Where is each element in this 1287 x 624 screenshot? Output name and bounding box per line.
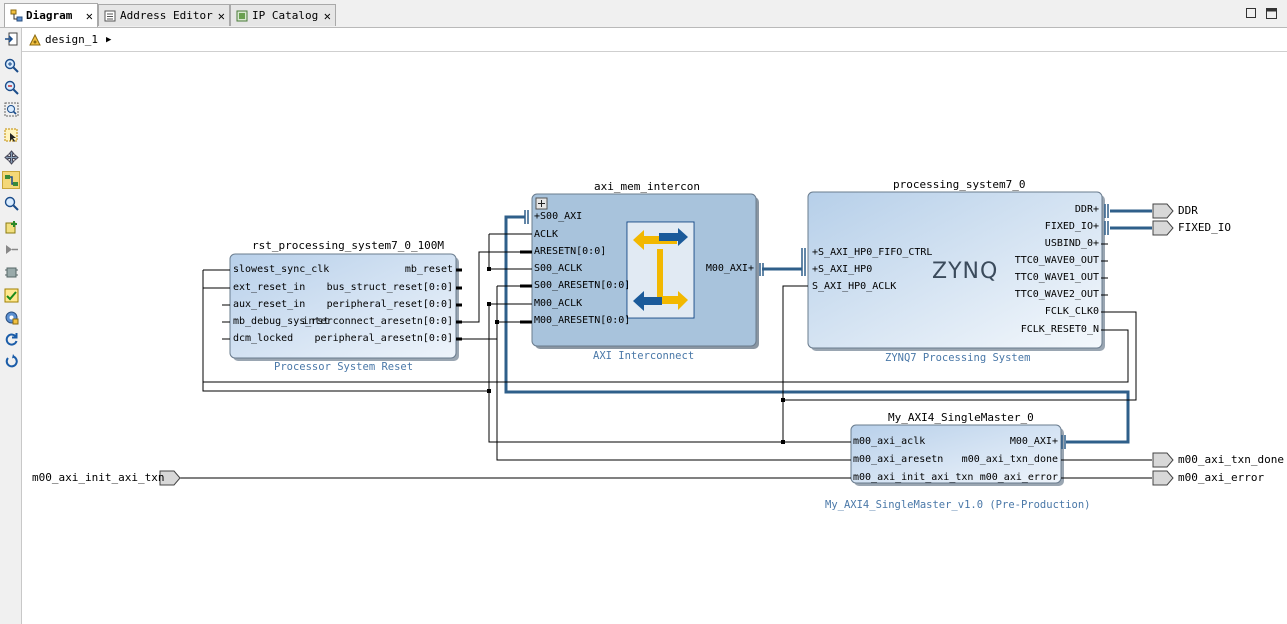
tab-diagram[interactable]: Diagram ✕ xyxy=(4,3,98,27)
ps7-output-pin[interactable]: TTC0_WAVE0_OUT xyxy=(982,255,1099,267)
intercon-block-subtitle: AXI Interconnect xyxy=(593,350,695,362)
validate-icon[interactable] xyxy=(2,286,20,304)
ps7-output-pin[interactable]: FIXED_IO+ xyxy=(982,221,1099,233)
autoroute-icon[interactable] xyxy=(2,171,20,189)
rst-input-pin[interactable]: aux_reset_in xyxy=(233,299,305,311)
rst-output-pin[interactable]: peripheral_reset[0:0] xyxy=(312,299,453,311)
close-icon[interactable]: ✕ xyxy=(218,9,225,23)
rst-output-pin[interactable]: peripheral_aresetn[0:0] xyxy=(292,333,453,345)
tab-bar: Diagram ✕ Address Editor ✕ IP Catalog ✕ xyxy=(0,0,1287,28)
intercon-input-pin[interactable]: M00_ACLK xyxy=(534,298,582,310)
rst-output-pin[interactable]: interconnect_aresetn[0:0] xyxy=(292,316,453,328)
make-external-icon[interactable] xyxy=(2,240,20,258)
ps7-output-pin[interactable]: FCLK_RESET0_N xyxy=(982,324,1099,336)
ps7-output-pin[interactable]: TTC0_WAVE2_OUT xyxy=(982,289,1099,301)
rst-block-title[interactable]: rst_processing_system7_0_100M xyxy=(252,239,444,252)
port-txn-done[interactable]: m00_axi_txn_done xyxy=(1178,453,1284,466)
intercon-input-pin[interactable]: ARESETN[0:0] xyxy=(534,246,606,258)
ps7-block-subtitle: ZYNQ7 Processing System xyxy=(885,352,1031,364)
window-buttons xyxy=(1245,7,1277,19)
add-module-icon[interactable] xyxy=(2,263,20,281)
diagram-icon xyxy=(9,9,23,23)
restore-icon[interactable] xyxy=(1245,7,1257,19)
tab-label: Diagram xyxy=(26,9,73,22)
intercon-input-pin[interactable]: S00_ACLK xyxy=(534,263,582,275)
rst-input-pin[interactable]: ext_reset_in xyxy=(233,282,305,294)
undo-icon[interactable] xyxy=(2,352,20,370)
move-icon[interactable] xyxy=(2,148,20,166)
design-icon xyxy=(28,33,42,47)
intercon-input-pin[interactable]: ACLK xyxy=(534,229,558,241)
port-error[interactable]: m00_axi_error xyxy=(1178,471,1264,484)
rst-output-pin[interactable]: mb_reset xyxy=(312,264,453,276)
port-ddr[interactable]: DDR xyxy=(1178,204,1198,217)
port-init-txn[interactable]: m00_axi_init_axi_txn xyxy=(32,471,164,484)
intercon-input-pin[interactable]: S00_ARESETN[0:0] xyxy=(534,280,630,292)
ps7-input-pin[interactable]: S_AXI_HP0_ACLK xyxy=(812,281,896,293)
search-icon[interactable] xyxy=(2,194,20,212)
ps7-output-pin[interactable]: TTC0_WAVE1_OUT xyxy=(982,272,1099,284)
port-fixed-io[interactable]: FIXED_IO xyxy=(1178,221,1231,234)
intercon-output-pin[interactable]: M00_AXI+ xyxy=(692,263,754,275)
ip-catalog-icon xyxy=(235,9,249,23)
ps7-block-title[interactable]: processing_system7_0 xyxy=(893,178,1025,191)
ps7-input-pin[interactable]: +S_AXI_HP0 xyxy=(812,264,872,276)
address-editor-icon xyxy=(103,9,117,23)
breadcrumb-design[interactable]: design_1 xyxy=(45,33,98,46)
refresh-icon[interactable] xyxy=(2,330,20,348)
rst-input-pin[interactable]: dcm_locked xyxy=(233,333,293,345)
master-output-pin[interactable]: m00_axi_txn_done xyxy=(952,454,1058,466)
close-icon[interactable]: ✕ xyxy=(324,9,331,23)
intercon-input-pin[interactable]: +S00_AXI xyxy=(534,211,582,223)
intercon-input-pin[interactable]: M00_ARESETN[0:0] xyxy=(534,315,630,327)
master-block-subtitle: My_AXI4_SingleMaster_v1.0 (Pre-Productio… xyxy=(825,499,1091,511)
zoom-in-icon[interactable] xyxy=(2,56,20,74)
close-icon[interactable]: ✕ xyxy=(86,9,93,23)
tab-label: Address Editor xyxy=(120,9,213,22)
tab-label: IP Catalog xyxy=(252,9,319,22)
master-output-pin[interactable]: M00_AXI+ xyxy=(952,436,1058,448)
bus-plus-icon: + xyxy=(1092,221,1099,232)
intercon-block-title[interactable]: axi_mem_intercon xyxy=(594,180,700,193)
select-area-icon[interactable] xyxy=(2,126,20,144)
fit-window-icon[interactable] xyxy=(2,30,20,48)
tab-ip-catalog[interactable]: IP Catalog ✕ xyxy=(230,4,336,26)
zoom-fit-icon[interactable] xyxy=(2,100,20,118)
master-output-pin[interactable]: m00_axi_error xyxy=(952,472,1058,484)
breadcrumb: design_1 ▶ xyxy=(22,28,1287,52)
rst-block-subtitle: Processor System Reset xyxy=(274,361,414,373)
add-ip-icon[interactable] xyxy=(2,218,20,236)
master-input-pin[interactable]: m00_axi_aclk xyxy=(853,436,925,448)
maximize-icon[interactable] xyxy=(1265,7,1277,19)
chevron-right-icon[interactable]: ▶ xyxy=(106,35,111,45)
master-input-pin[interactable]: m00_axi_aresetn xyxy=(853,454,943,466)
diagram-canvas[interactable]: rst_processing_system7_0_100M slowest_sy… xyxy=(22,52,1287,624)
ps7-output-pin[interactable]: DDR+ xyxy=(982,204,1099,216)
tab-address-editor[interactable]: Address Editor ✕ xyxy=(98,4,230,26)
zoom-out-icon[interactable] xyxy=(2,78,20,96)
bus-plus-icon: + xyxy=(1092,204,1099,215)
bus-plus-icon: + xyxy=(747,263,754,274)
ps7-output-pin[interactable]: FCLK_CLK0 xyxy=(982,306,1099,318)
master-block-title[interactable]: My_AXI4_SingleMaster_0 xyxy=(888,411,1034,424)
ps7-input-pin[interactable]: +S_AXI_HP0_FIFO_CTRL xyxy=(812,247,932,259)
ps7-output-pin[interactable]: USBIND_0+ xyxy=(982,238,1099,250)
bus-plus-icon: + xyxy=(1092,238,1099,249)
diagram-wires xyxy=(159,191,1174,486)
regenerate-icon[interactable] xyxy=(2,308,20,326)
bus-plus-icon: + xyxy=(1051,436,1058,447)
rst-output-pin[interactable]: bus_struct_reset[0:0] xyxy=(312,282,453,294)
diagram-toolbar xyxy=(0,28,22,624)
